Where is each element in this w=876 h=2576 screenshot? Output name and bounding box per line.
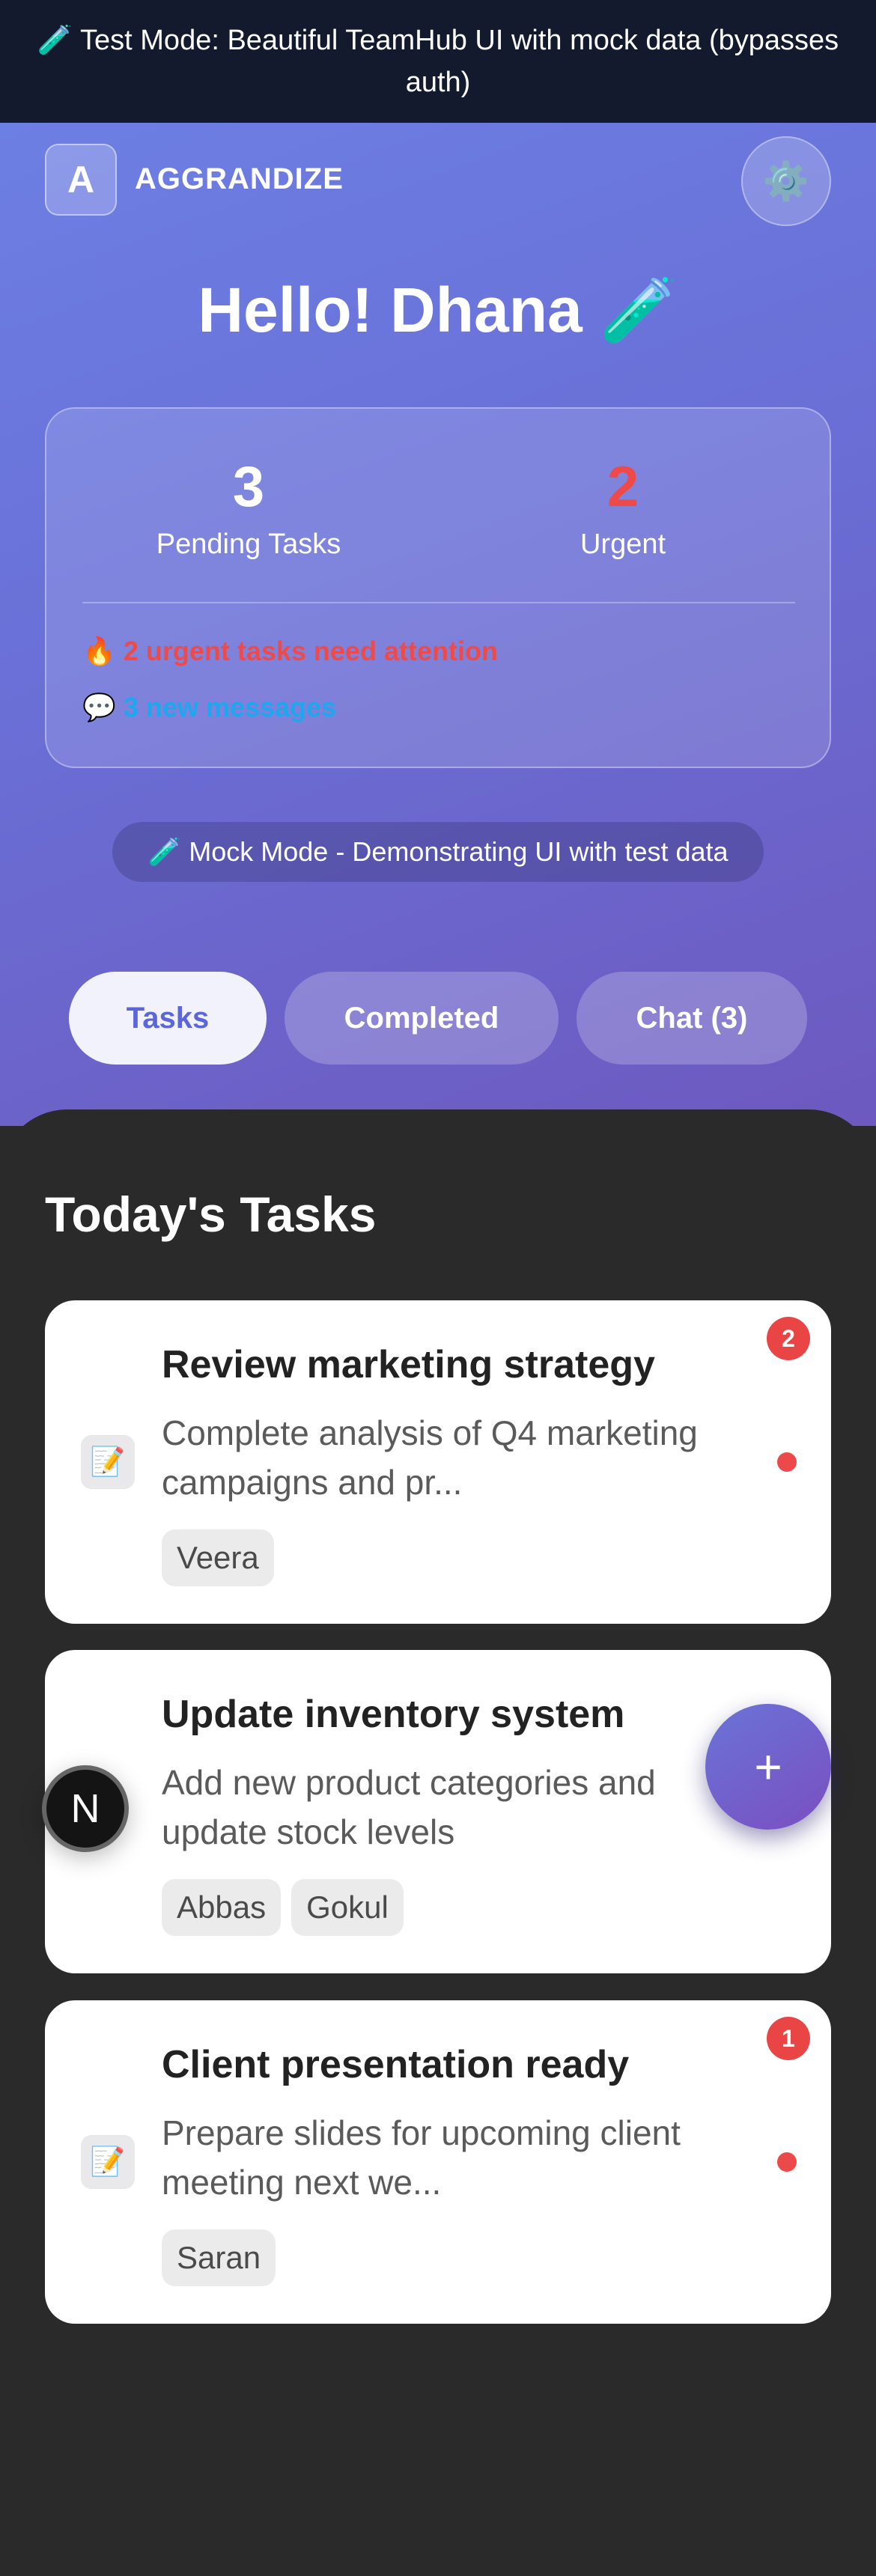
- task-assignees: Veera: [162, 1529, 274, 1586]
- gear-icon: ⚙️: [762, 159, 810, 202]
- add-task-button[interactable]: +: [705, 1704, 831, 1830]
- task-description: Complete analysis of Q4 marketing campai…: [162, 1413, 698, 1502]
- count-badge: 2: [767, 1317, 810, 1360]
- urgent-stat: 2 Urgent: [466, 454, 780, 563]
- urgent-status-dot: [777, 2152, 797, 2172]
- task-title: Update inventory system: [162, 1693, 625, 1736]
- assignee-chip: Saran: [162, 2229, 276, 2286]
- assignee-chip: Abbas: [162, 1879, 282, 1936]
- logo-letter: A: [67, 159, 95, 201]
- messages-alert: 💬 3 new messages: [82, 692, 336, 722]
- task-description: Prepare slides for upcoming client meeti…: [162, 2113, 681, 2202]
- assignee-chip: Veera: [162, 1529, 274, 1586]
- task-card[interactable]: Update inventory system Add new product …: [45, 1650, 831, 1973]
- memo-icon: 📝: [81, 1435, 135, 1489]
- task-description: Add new product categories and update st…: [162, 1763, 656, 1851]
- task-assignees: Abbas Gokul: [162, 1879, 404, 1936]
- assignee-chip: Gokul: [291, 1879, 404, 1936]
- section-title: Today's Tasks: [45, 1187, 377, 1242]
- urgent-status-dot: [777, 1452, 797, 1472]
- tab-completed[interactable]: Completed: [285, 972, 559, 1065]
- task-card[interactable]: 📝 Client presentation ready Prepare slid…: [45, 2000, 831, 2324]
- memo-icon: 📝: [81, 2135, 135, 2189]
- stats-card: 3 Pending Tasks 2 Urgent 🔥 2 urgent task…: [45, 407, 831, 768]
- urgent-count: 2: [606, 455, 639, 519]
- mock-mode-notice: 🧪 Mock Mode - Demonstrating UI with test…: [112, 822, 764, 882]
- task-title: Client presentation ready: [162, 2043, 630, 2086]
- app-logo: A: [45, 144, 117, 216]
- tab-chat[interactable]: Chat (3): [577, 972, 807, 1065]
- avatar[interactable]: N: [42, 1765, 129, 1852]
- pending-label: Pending Tasks: [156, 529, 341, 560]
- content-panel: Today's Tasks 📝 Review marketing strateg…: [0, 1109, 876, 2576]
- test-mode-banner-text: 🧪 Test Mode: Beautiful TeamHub UI with m…: [37, 25, 839, 98]
- stats-divider: [82, 602, 795, 603]
- task-title: Review marketing strategy: [162, 1343, 655, 1386]
- brand-name: AGGRANDIZE: [135, 162, 344, 195]
- urgent-alert: 🔥 2 urgent tasks need attention: [82, 636, 498, 666]
- pending-count: 3: [232, 455, 265, 519]
- task-card[interactable]: 📝 Review marketing strategy Complete ana…: [45, 1300, 831, 1624]
- tab-tasks[interactable]: Tasks: [69, 972, 267, 1065]
- urgent-label: Urgent: [580, 529, 666, 560]
- settings-button[interactable]: ⚙️: [741, 136, 831, 226]
- greeting-heading: Hello! Dhana 🧪: [198, 275, 678, 345]
- task-assignees: Saran: [162, 2229, 276, 2286]
- count-badge: 1: [767, 2017, 810, 2060]
- test-mode-banner: 🧪 Test Mode: Beautiful TeamHub UI with m…: [0, 0, 876, 123]
- pending-tasks-stat: 3 Pending Tasks: [91, 454, 406, 563]
- hero-header: A AGGRANDIZE ⚙️ Hello! Dhana 🧪 3 Pending…: [0, 123, 876, 1126]
